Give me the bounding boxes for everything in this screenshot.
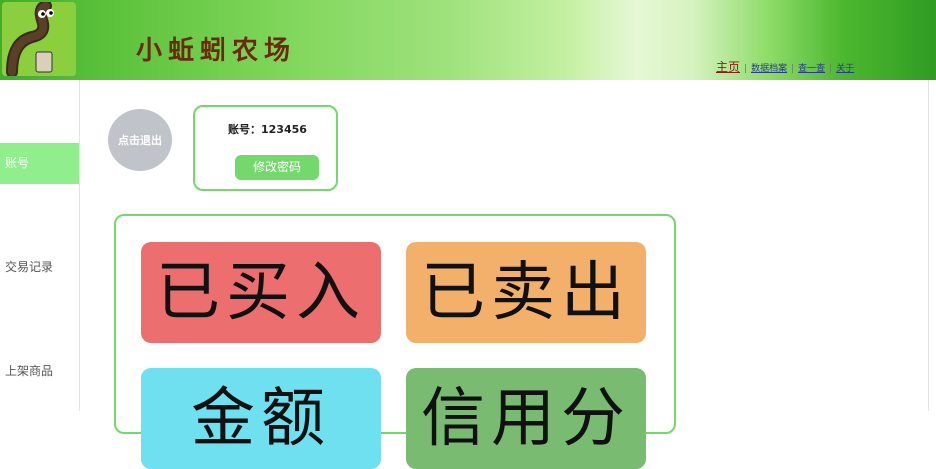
account-label: 账号：: [228, 123, 261, 136]
stats-panel: 已买入 已卖出 金额 信用分: [114, 214, 676, 469]
site-title: 小蚯蚓农场: [136, 36, 297, 66]
sidebar-item-listings[interactable]: 上架商品: [0, 351, 79, 392]
nav-lookup-link[interactable]: 查一查: [798, 64, 825, 74]
nav-home-link[interactable]: 主页: [716, 60, 740, 74]
worm-logo-icon: [2, 2, 76, 76]
account-value: 123456: [261, 123, 307, 136]
header-banner: 小蚯蚓农场 主页 | 数据档案 | 查一查 | 关于: [0, 0, 936, 80]
bought-tile-label: 已买入: [156, 255, 366, 330]
logout-button[interactable]: 点击退出: [108, 109, 172, 171]
credit-score-tile-label: 信用分: [421, 381, 631, 456]
sold-tile-label: 已卖出: [421, 255, 631, 330]
nav-separator: |: [791, 64, 795, 74]
nav-separator: |: [829, 64, 833, 74]
right-divider: [928, 80, 936, 411]
nav-data-archive-link[interactable]: 数据档案: [751, 64, 787, 74]
worm-logo: [2, 2, 76, 76]
account-info: 账号：123456: [228, 121, 307, 137]
sidebar: 账号 交易记录 上架商品: [0, 80, 80, 411]
sold-tile[interactable]: 已卖出: [406, 242, 646, 343]
top-nav: 主页 | 数据档案 | 查一查 | 关于: [716, 58, 854, 75]
amount-tile-label: 金额: [191, 381, 331, 456]
sidebar-item-account[interactable]: 账号: [0, 143, 79, 184]
bought-tile[interactable]: 已买入: [141, 242, 381, 343]
nav-about-link[interactable]: 关于: [836, 64, 854, 74]
account-card: 账号：123456 修改密码: [193, 105, 338, 191]
credit-score-tile[interactable]: 信用分: [406, 368, 646, 469]
change-password-button[interactable]: 修改密码: [235, 155, 319, 180]
amount-tile[interactable]: 金额: [141, 368, 381, 469]
nav-separator: |: [744, 64, 748, 74]
sidebar-item-transactions[interactable]: 交易记录: [0, 247, 79, 288]
